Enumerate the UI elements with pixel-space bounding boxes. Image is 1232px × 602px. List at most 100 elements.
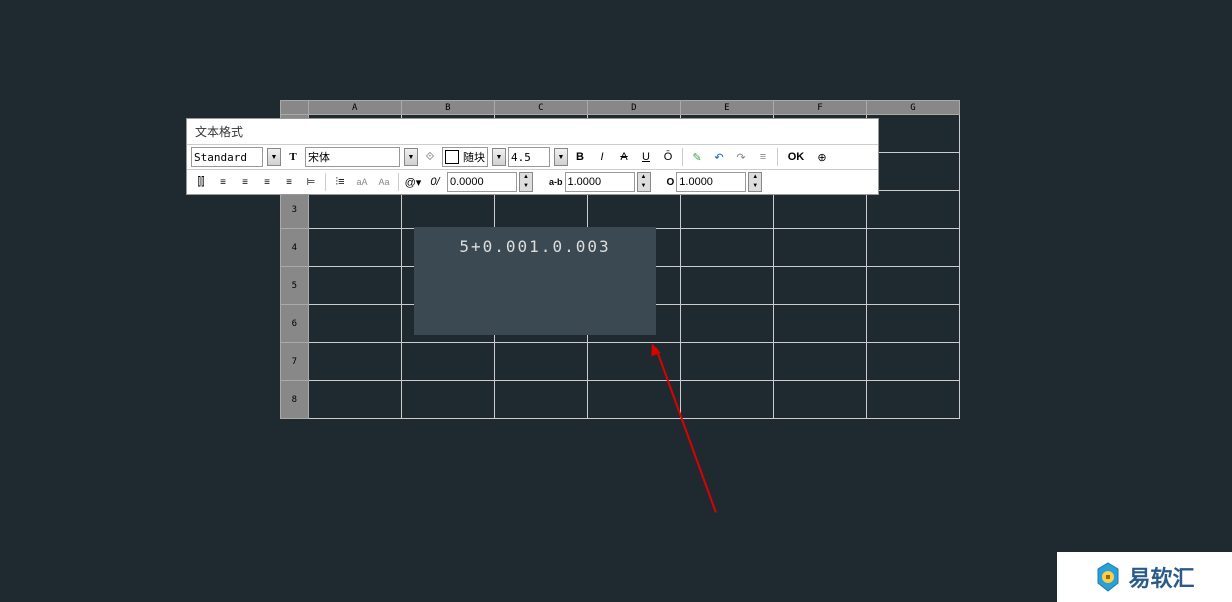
strikethrough-button[interactable]: A bbox=[614, 147, 634, 167]
table-cell[interactable] bbox=[773, 267, 866, 305]
watermark-logo-icon bbox=[1094, 561, 1122, 593]
table-cell[interactable] bbox=[587, 191, 680, 229]
table-cell[interactable] bbox=[587, 381, 680, 419]
table-cell[interactable] bbox=[494, 343, 587, 381]
width-factor-input[interactable] bbox=[565, 172, 635, 192]
undo-button[interactable]: ↶ bbox=[709, 147, 729, 167]
table-cell[interactable] bbox=[680, 305, 773, 343]
ok-button[interactable]: OK bbox=[782, 147, 810, 167]
table-cell[interactable] bbox=[773, 229, 866, 267]
width-factor-spinner[interactable]: ▲▼ bbox=[637, 172, 651, 192]
color-select[interactable]: 随块 bbox=[442, 147, 488, 167]
style-select-label: Standard bbox=[194, 151, 247, 164]
tracking-input[interactable] bbox=[447, 172, 517, 192]
table-cell[interactable] bbox=[773, 343, 866, 381]
tracking-spinner[interactable]: ▲▼ bbox=[519, 172, 533, 192]
font-dropdown-arrow-icon[interactable]: ▼ bbox=[404, 148, 418, 166]
row-header[interactable]: 7 bbox=[281, 343, 309, 381]
font-select-label: 宋体 bbox=[308, 149, 330, 165]
table-cell[interactable] bbox=[680, 191, 773, 229]
font-select[interactable]: 宋体 bbox=[305, 147, 400, 167]
annotative-icon[interactable]: ⟐ bbox=[420, 147, 440, 167]
col-header[interactable]: D bbox=[587, 101, 680, 115]
bold-button[interactable]: B bbox=[570, 147, 590, 167]
col-header[interactable]: B bbox=[401, 101, 494, 115]
table-cell[interactable] bbox=[866, 191, 959, 229]
table-cell[interactable] bbox=[680, 343, 773, 381]
columns-button[interactable]: ⫿⫿ bbox=[191, 172, 211, 192]
toolbar-row-1: Standard ▼ T 宋体 ▼ ⟐ 随块 ▼ 4.5 ▼ B I A U Ō… bbox=[187, 144, 878, 169]
table-cell[interactable] bbox=[308, 381, 401, 419]
size-dropdown-arrow-icon[interactable]: ▼ bbox=[554, 148, 568, 166]
justify-button[interactable]: ≡ bbox=[279, 172, 299, 192]
row-header[interactable]: 5 bbox=[281, 267, 309, 305]
row-header[interactable]: 3 bbox=[281, 191, 309, 229]
italic-button[interactable]: I bbox=[592, 147, 612, 167]
font-icon: T bbox=[283, 147, 303, 167]
panel-title: 文本格式 bbox=[187, 119, 878, 144]
row-header[interactable]: 6 bbox=[281, 305, 309, 343]
table-cell[interactable] bbox=[494, 191, 587, 229]
oblique-spinner[interactable]: ▲▼ bbox=[748, 172, 762, 192]
table-cell[interactable] bbox=[401, 381, 494, 419]
style-dropdown-arrow-icon[interactable]: ▼ bbox=[267, 148, 281, 166]
table-cell[interactable] bbox=[866, 343, 959, 381]
table-cell[interactable] bbox=[494, 381, 587, 419]
row-header[interactable]: 8 bbox=[281, 381, 309, 419]
editor-text[interactable]: 5+0.001.0.003 bbox=[459, 237, 610, 256]
align-left-button[interactable]: ≡ bbox=[213, 172, 233, 192]
col-header[interactable]: A bbox=[308, 101, 401, 115]
align-center-button[interactable]: ≡ bbox=[235, 172, 255, 192]
size-input[interactable]: 4.5 bbox=[508, 147, 550, 167]
table-cell[interactable] bbox=[866, 115, 959, 153]
table-cell[interactable] bbox=[308, 191, 401, 229]
table-cell[interactable] bbox=[680, 381, 773, 419]
redo-button[interactable]: ↷ bbox=[731, 147, 751, 167]
numbering-button[interactable]: aA bbox=[352, 172, 372, 192]
watermark: 易软汇 bbox=[1057, 552, 1232, 602]
text-editor-box[interactable]: 5+0.001.0.003 bbox=[414, 227, 656, 335]
table-cell[interactable] bbox=[308, 343, 401, 381]
oblique-angle-icon: O bbox=[667, 177, 675, 188]
table-cell[interactable] bbox=[866, 305, 959, 343]
overline-button[interactable]: Ō bbox=[658, 147, 678, 167]
style-select[interactable]: Standard bbox=[191, 147, 263, 167]
watermark-text: 易软汇 bbox=[1128, 561, 1194, 593]
distribute-button[interactable]: ⊨ bbox=[301, 172, 321, 192]
row-header[interactable]: 4 bbox=[281, 229, 309, 267]
table-cell[interactable] bbox=[308, 267, 401, 305]
underline-button[interactable]: U bbox=[636, 147, 656, 167]
table-cell[interactable] bbox=[773, 381, 866, 419]
col-header[interactable]: G bbox=[866, 101, 959, 115]
col-header[interactable]: C bbox=[494, 101, 587, 115]
width-factor-icon: a-b bbox=[549, 177, 563, 187]
table-cell[interactable] bbox=[680, 229, 773, 267]
symbol-button[interactable]: @▾ bbox=[403, 172, 423, 192]
size-label: 4.5 bbox=[511, 151, 531, 164]
oblique-input[interactable] bbox=[676, 172, 746, 192]
divider bbox=[777, 148, 778, 166]
table-corner[interactable] bbox=[281, 101, 309, 115]
table-cell[interactable] bbox=[773, 191, 866, 229]
bullets-button[interactable]: Aa bbox=[374, 172, 394, 192]
oblique-button[interactable]: 0/ bbox=[425, 172, 445, 192]
table-cell[interactable] bbox=[866, 229, 959, 267]
options-button[interactable]: ⊕ bbox=[812, 147, 832, 167]
table-cell[interactable] bbox=[866, 267, 959, 305]
line-spacing-button[interactable]: ⫶≡ bbox=[330, 172, 350, 192]
table-cell[interactable] bbox=[401, 343, 494, 381]
table-cell[interactable] bbox=[866, 381, 959, 419]
table-cell[interactable] bbox=[308, 229, 401, 267]
table-cell[interactable] bbox=[401, 191, 494, 229]
col-header[interactable]: E bbox=[680, 101, 773, 115]
table-cell[interactable] bbox=[773, 305, 866, 343]
highlight-button[interactable]: ✎ bbox=[687, 147, 707, 167]
color-dropdown-arrow-icon[interactable]: ▼ bbox=[492, 148, 506, 166]
table-cell[interactable] bbox=[680, 267, 773, 305]
ruler-button[interactable]: ≡ bbox=[753, 147, 773, 167]
color-select-label: 随块 bbox=[463, 149, 485, 165]
table-cell[interactable] bbox=[866, 153, 959, 191]
table-cell[interactable] bbox=[308, 305, 401, 343]
col-header[interactable]: F bbox=[773, 101, 866, 115]
align-right-button[interactable]: ≡ bbox=[257, 172, 277, 192]
